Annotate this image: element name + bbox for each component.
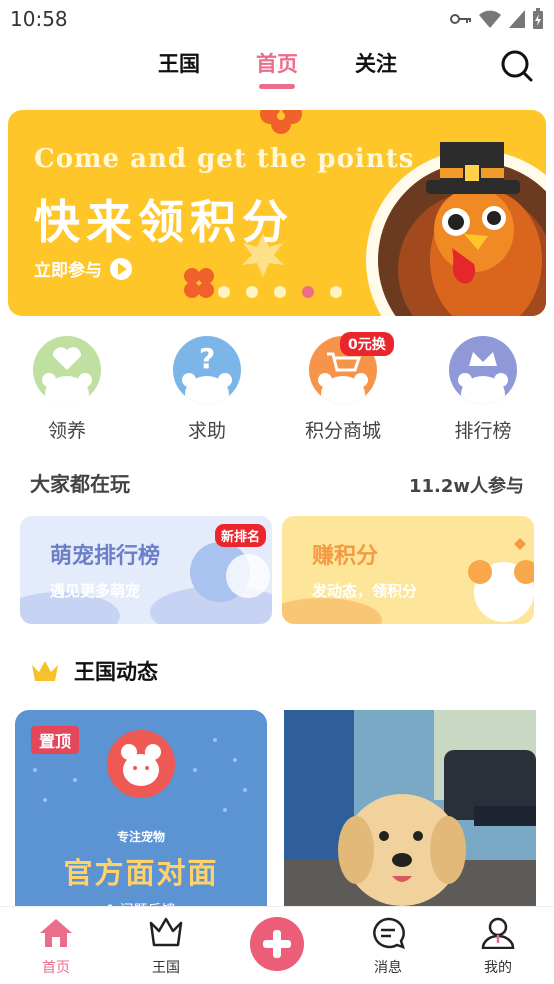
play-icon — [110, 257, 132, 280]
turkey-illustration — [366, 142, 546, 316]
carousel-dot[interactable] — [246, 286, 258, 298]
wifi-icon — [479, 10, 501, 28]
battery-icon — [533, 8, 543, 29]
puppy-post-card[interactable] — [284, 710, 536, 920]
earn-points-card[interactable]: 赚积分 发动态，领积分 — [282, 516, 534, 624]
flower-decoration — [260, 110, 302, 134]
points-mall-badge: 0元换 — [340, 332, 394, 356]
nav-label: 我的 — [484, 960, 512, 976]
card-title: 萌宠排行榜 — [50, 544, 161, 569]
card-subtitle: 遇见更多萌宠 — [50, 582, 141, 600]
category-label: 领养 — [47, 420, 86, 442]
kingdom-news-title: 王国动态 — [74, 660, 158, 684]
add-post-button[interactable] — [250, 917, 304, 971]
carousel-dot[interactable] — [218, 286, 230, 298]
category-label: 求助 — [187, 420, 226, 442]
category-label: 积分商城 — [304, 420, 381, 442]
nav-home[interactable]: 首页 — [16, 917, 96, 977]
ranking-icon — [449, 336, 517, 404]
crown-icon — [32, 661, 58, 681]
key-icon — [450, 14, 471, 24]
bear-decoration — [282, 538, 534, 624]
top-tabs: 王国 首页 关注 — [0, 44, 554, 94]
promo-banner[interactable]: Come and get the points 快来领积分 立即参与 — [8, 110, 546, 316]
nav-label: 消息 — [374, 960, 402, 976]
popular-section-title: 大家都在玩 — [30, 472, 130, 496]
carousel-dot-active[interactable] — [302, 286, 314, 298]
crown-outline-icon — [149, 917, 183, 947]
message-icon — [373, 917, 405, 949]
category-help[interactable]: ? 求助 — [162, 336, 252, 443]
pinned-badge: 置顶 — [31, 726, 80, 754]
nav-label: 首页 — [42, 960, 70, 976]
category-row: 领养 ? 求助 积分商城 排行榜 — [0, 336, 554, 446]
status-icons — [450, 8, 544, 30]
search-icon[interactable] — [500, 49, 534, 83]
new-ranking-badge: 新排名 — [214, 524, 266, 547]
nav-label: 王国 — [152, 960, 180, 976]
carousel-dot[interactable] — [330, 286, 342, 298]
adopt-icon — [33, 336, 101, 404]
banner-chinese-title: 快来领积分 — [34, 195, 294, 249]
carousel-dot[interactable] — [274, 286, 286, 298]
tab-indicator — [259, 84, 295, 89]
category-ranking[interactable]: 排行榜 — [438, 336, 528, 443]
official-post-card[interactable]: 置顶 专注宠物 官方面对面 1.问题反馈 — [15, 710, 267, 920]
banner-cta-button[interactable]: 立即参与 — [34, 256, 132, 281]
profile-icon — [481, 917, 515, 950]
carousel-dots — [218, 286, 342, 298]
popular-participant-count: 11.2w人参与 — [408, 476, 524, 497]
svg-text:?: ? — [199, 342, 215, 375]
category-label: 排行榜 — [454, 420, 512, 442]
tab-follow[interactable]: 关注 — [355, 48, 397, 78]
banner-cta-label: 立即参与 — [34, 261, 102, 281]
pet-ranking-card[interactable]: 萌宠排行榜 遇见更多萌宠 新排名 — [20, 516, 272, 624]
card-title: 赚积分 — [312, 544, 379, 569]
home-icon — [40, 919, 72, 947]
puppy-photo — [284, 710, 536, 920]
card-subtitle: 发动态，领积分 — [312, 582, 418, 600]
status-bar: 10:58 — [0, 0, 554, 38]
flower-decoration-small — [184, 268, 214, 298]
official-post-tag: 专注宠物 — [116, 830, 165, 844]
tab-kingdom[interactable]: 王国 — [158, 48, 200, 78]
nav-messages[interactable]: 消息 — [348, 917, 428, 977]
kingdom-news-header: 王国动态 — [30, 656, 158, 686]
signal-icon — [509, 10, 525, 28]
status-time: 10:58 — [10, 7, 68, 31]
tab-home[interactable]: 首页 — [256, 48, 298, 78]
official-post-title: 官方面对面 — [63, 856, 219, 890]
help-icon: ? — [173, 336, 241, 404]
bear-logo — [107, 730, 175, 798]
nav-kingdom[interactable]: 王国 — [126, 917, 206, 977]
nav-profile[interactable]: 我的 — [458, 917, 538, 977]
bottom-nav: 首页 王国 消息 我的 — [0, 906, 554, 984]
category-adopt[interactable]: 领养 — [22, 336, 112, 443]
